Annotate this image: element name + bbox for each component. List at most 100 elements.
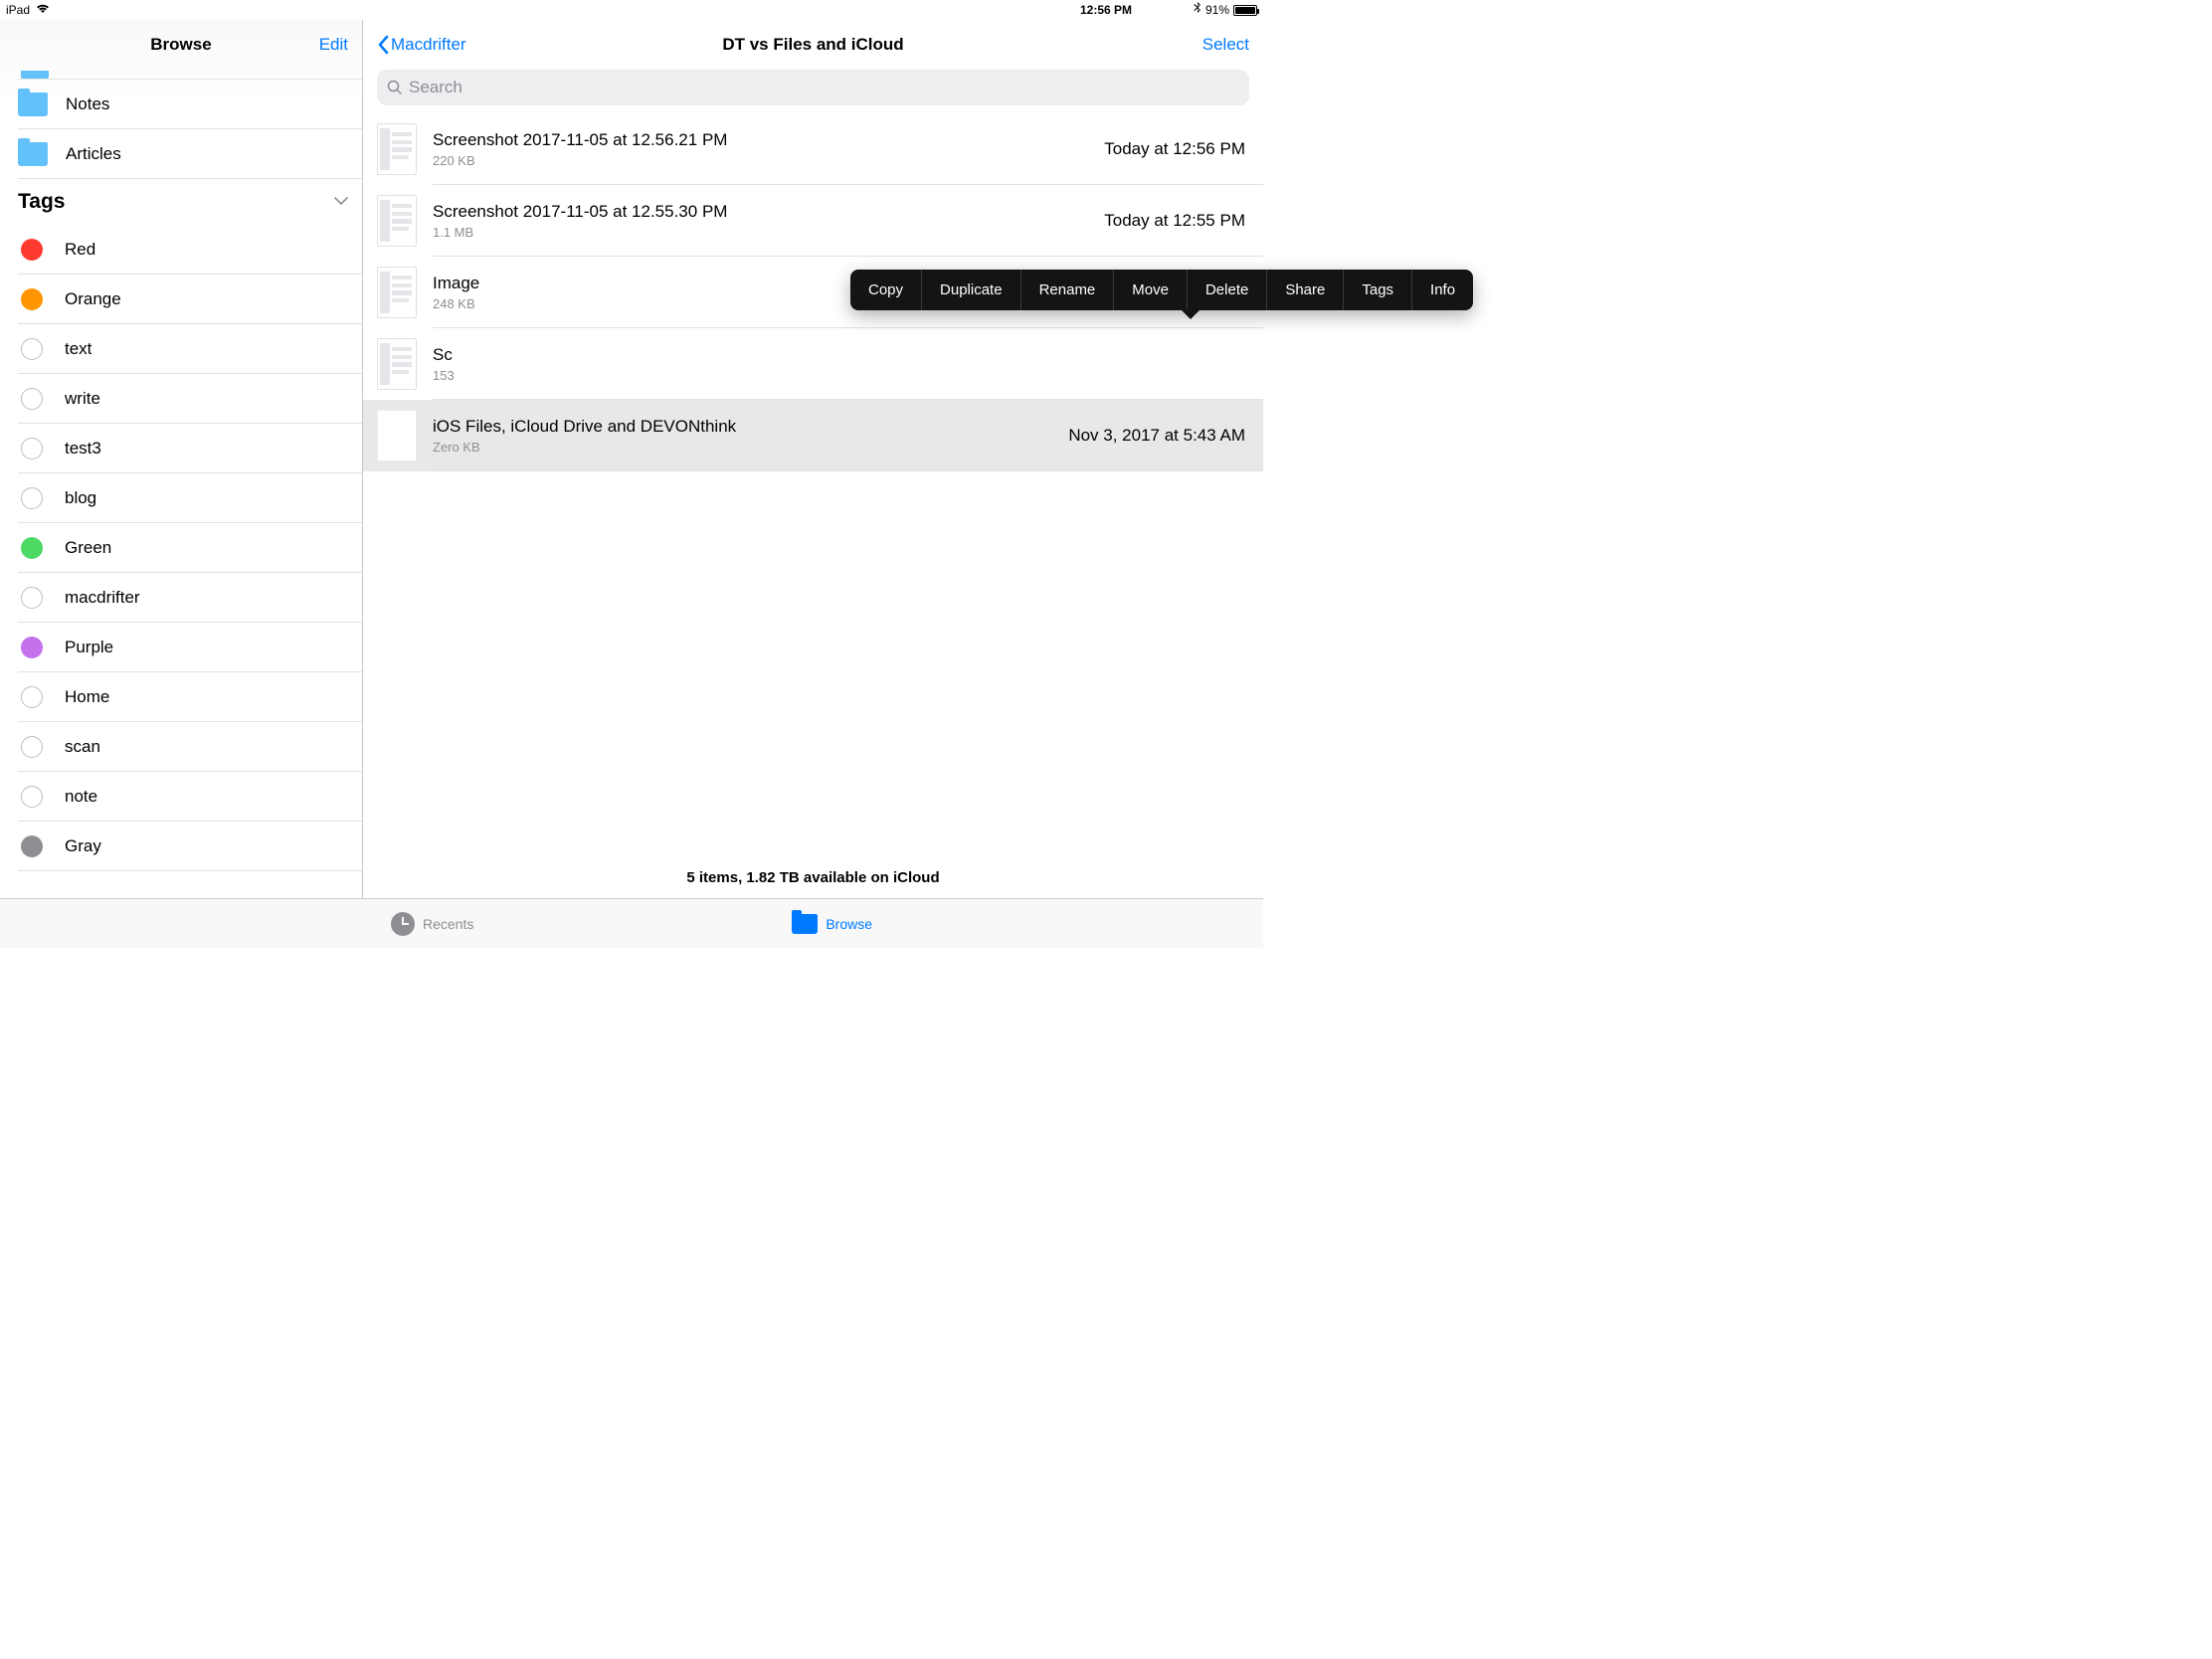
context-menu-item[interactable]: Delete	[1188, 270, 1267, 310]
context-menu-item[interactable]: Rename	[1021, 270, 1115, 310]
file-date: Today at 12:56 PM	[1104, 139, 1249, 159]
folder-icon	[18, 92, 48, 116]
tab-label: Recents	[423, 916, 473, 932]
file-thumbnail	[377, 195, 417, 247]
folder-label: Articles	[66, 144, 121, 164]
tab-label: Browse	[826, 916, 872, 932]
folder-row-articles[interactable]: Articles	[18, 129, 362, 179]
tag-row[interactable]: Purple	[18, 623, 362, 672]
chevron-left-icon	[377, 35, 389, 55]
content-title: DT vs Files and iCloud	[722, 35, 903, 55]
file-row[interactable]: iOS Files, iCloud Drive and DEVONthink Ze…	[363, 400, 1263, 471]
clock: 12:56 PM	[1080, 3, 1132, 17]
context-menu-item[interactable]: Tags	[1344, 270, 1412, 310]
tag-row[interactable]: Gray	[18, 822, 362, 871]
file-row[interactable]: Sc 153	[363, 328, 1263, 400]
tag-row[interactable]: write	[18, 374, 362, 424]
tag-dot-icon	[21, 288, 43, 310]
file-row[interactable]: Screenshot 2017-11-05 at 12.55.30 PM 1.1 …	[363, 185, 1263, 257]
tag-label: Green	[65, 538, 111, 558]
tag-row[interactable]: scan	[18, 722, 362, 772]
device-label: iPad	[6, 3, 30, 17]
folder-row-notes[interactable]: Notes	[18, 80, 362, 129]
file-size: 1.1 MB	[433, 225, 1088, 240]
tag-label: macdrifter	[65, 588, 140, 608]
tag-row[interactable]: note	[18, 772, 362, 822]
tag-row[interactable]: blog	[18, 473, 362, 523]
tag-label: note	[65, 787, 97, 807]
tab-bar: Recents Browse	[0, 898, 1263, 948]
file-list: Screenshot 2017-11-05 at 12.56.21 PM220 …	[363, 113, 1263, 859]
tag-row[interactable]: test3	[18, 424, 362, 473]
file-size: Zero KB	[433, 440, 1052, 455]
tag-dot-icon	[21, 637, 43, 658]
tag-label: Gray	[65, 836, 101, 856]
select-button[interactable]: Select	[1202, 35, 1249, 55]
tag-row[interactable]: text	[18, 324, 362, 374]
tag-dot-icon	[21, 338, 43, 360]
tab-recents[interactable]: Recents	[391, 912, 473, 936]
tags-header[interactable]: Tags	[0, 179, 362, 225]
context-menu-item[interactable]: Info	[1412, 270, 1473, 310]
search-input[interactable]: Search	[377, 70, 1249, 105]
tag-dot-icon	[21, 537, 43, 559]
tag-row[interactable]: Orange	[18, 275, 362, 324]
tag-row[interactable]: Home	[18, 672, 362, 722]
folder-icon	[18, 142, 48, 166]
tag-label: Red	[65, 240, 95, 260]
battery-percent: 91%	[1205, 3, 1229, 17]
tag-label: scan	[65, 737, 100, 757]
file-thumbnail	[377, 267, 417, 318]
file-name: Screenshot 2017-11-05 at 12.56.21 PM	[433, 130, 1088, 150]
tab-browse[interactable]: Browse	[792, 914, 872, 934]
tag-label: Home	[65, 687, 109, 707]
back-button[interactable]: Macdrifter	[377, 35, 466, 55]
storage-status: 5 items, 1.82 TB available on iCloud	[363, 859, 1263, 898]
context-menu-item[interactable]: Move	[1114, 270, 1188, 310]
tag-dot-icon	[21, 686, 43, 708]
bluetooth-icon	[1194, 2, 1201, 18]
tag-dot-icon	[21, 835, 43, 857]
tag-row[interactable]: Red	[18, 225, 362, 275]
search-placeholder: Search	[409, 78, 462, 97]
sidebar-header: Browse Edit	[0, 20, 362, 70]
file-name: Sc	[433, 345, 1229, 365]
tag-row[interactable]: Green	[18, 523, 362, 573]
tag-label: write	[65, 389, 100, 409]
sidebar: Browse Edit Notes Articles Tags	[0, 20, 363, 898]
folder-row-partial[interactable]	[18, 70, 362, 80]
search-icon	[387, 80, 403, 95]
tag-label: text	[65, 339, 92, 359]
tag-dot-icon	[21, 388, 43, 410]
battery-icon	[1233, 5, 1257, 16]
tag-row[interactable]: macdrifter	[18, 573, 362, 623]
file-size: 153	[433, 368, 1229, 383]
content-pane: Macdrifter DT vs Files and iCloud Select…	[363, 20, 1263, 898]
file-date: Today at 12:55 PM	[1104, 211, 1249, 231]
tag-label: Orange	[65, 289, 121, 309]
tag-label: blog	[65, 488, 96, 508]
context-menu-arrow	[1181, 309, 1200, 319]
edit-button[interactable]: Edit	[319, 35, 348, 55]
back-label: Macdrifter	[391, 35, 466, 55]
context-menu-item[interactable]: Copy	[850, 270, 922, 310]
sidebar-title: Browse	[150, 35, 211, 55]
tag-dot-icon	[21, 487, 43, 509]
file-name: Screenshot 2017-11-05 at 12.55.30 PM	[433, 202, 1088, 222]
context-menu-item[interactable]: Duplicate	[922, 270, 1021, 310]
tag-label: Purple	[65, 638, 113, 657]
file-thumbnail	[377, 123, 417, 175]
context-menu-item[interactable]: Share	[1267, 270, 1344, 310]
tag-dot-icon	[21, 587, 43, 609]
file-date: Nov 3, 2017 at 5:43 AM	[1068, 426, 1249, 446]
tag-dot-icon	[21, 786, 43, 808]
chevron-down-icon	[334, 193, 348, 211]
folder-label: Notes	[66, 94, 109, 114]
clock-icon	[391, 912, 415, 936]
folder-icon	[792, 914, 818, 934]
file-row[interactable]: Screenshot 2017-11-05 at 12.56.21 PM220 …	[363, 113, 1263, 185]
status-bar: iPad 12:56 PM 91%	[0, 0, 1263, 20]
tag-dot-icon	[21, 239, 43, 261]
tags-header-label: Tags	[18, 190, 65, 214]
file-name: iOS Files, iCloud Drive and DEVONthink	[433, 417, 1052, 437]
